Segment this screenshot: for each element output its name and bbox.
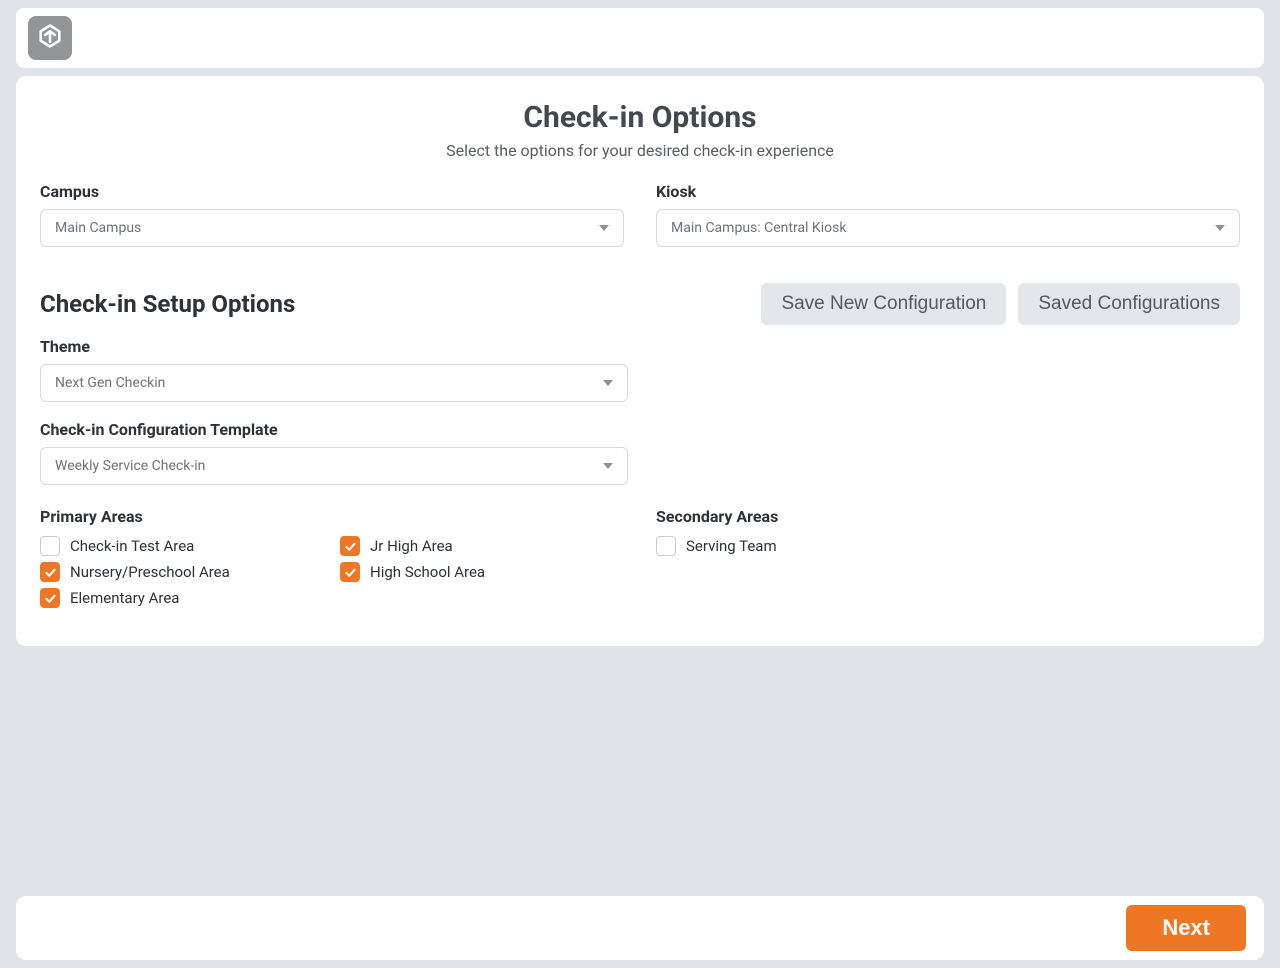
kiosk-select[interactable]: Main Campus: Central Kiosk xyxy=(656,209,1240,247)
campus-kiosk-row: Campus Main Campus Kiosk Main Campus: Ce… xyxy=(40,182,1240,247)
theme-field: Theme Next Gen Checkin xyxy=(40,337,628,402)
area-checkbox-item[interactable]: Serving Team xyxy=(656,536,1240,556)
secondary-areas-col: Secondary Areas Serving Team xyxy=(656,507,1240,614)
area-label: Serving Team xyxy=(686,537,777,555)
area-checkbox-item[interactable]: Nursery/Preschool Area xyxy=(40,562,324,582)
campus-select[interactable]: Main Campus xyxy=(40,209,624,247)
main-card: Check-in Options Select the options for … xyxy=(16,76,1264,646)
campus-label: Campus xyxy=(40,182,624,201)
area-label: Check-in Test Area xyxy=(70,537,194,555)
app-logo xyxy=(28,16,72,60)
rock-rms-logo-icon xyxy=(36,22,64,54)
footer-bar: Next xyxy=(16,896,1264,960)
chevron-down-icon xyxy=(603,463,613,469)
primary-areas-subcol-b: Jr High Area High School Area xyxy=(340,536,624,614)
area-label: Nursery/Preschool Area xyxy=(70,563,230,581)
primary-areas-subcol-a: Check-in Test Area Nursery/Preschool Area… xyxy=(40,536,324,614)
area-checkbox-item[interactable]: Jr High Area xyxy=(340,536,624,556)
campus-field: Campus Main Campus xyxy=(40,182,624,247)
chevron-down-icon xyxy=(1215,225,1225,231)
area-label: Jr High Area xyxy=(370,537,453,555)
template-field: Check-in Configuration Template Weekly S… xyxy=(40,420,628,485)
checkbox-unchecked-icon xyxy=(656,536,676,556)
checkbox-checked-icon xyxy=(340,562,360,582)
primary-areas-grid: Check-in Test Area Nursery/Preschool Area… xyxy=(40,536,624,614)
theme-select[interactable]: Next Gen Checkin xyxy=(40,364,628,402)
areas-row: Primary Areas Check-in Test Area Nursery/… xyxy=(40,507,1240,614)
chevron-down-icon xyxy=(603,380,613,386)
kiosk-label: Kiosk xyxy=(656,182,1240,201)
secondary-areas-heading: Secondary Areas xyxy=(656,507,1240,526)
chevron-down-icon xyxy=(599,225,609,231)
area-checkbox-item[interactable]: Check-in Test Area xyxy=(40,536,324,556)
page-title: Check-in Options xyxy=(40,100,1240,135)
template-value: Weekly Service Check-in xyxy=(55,458,205,474)
page-subtitle: Select the options for your desired chec… xyxy=(40,141,1240,160)
setup-options-heading: Check-in Setup Options xyxy=(40,290,295,318)
secondary-areas-list: Serving Team xyxy=(656,536,1240,556)
area-label: Elementary Area xyxy=(70,589,179,607)
checkbox-checked-icon xyxy=(40,588,60,608)
checkbox-checked-icon xyxy=(40,562,60,582)
top-bar xyxy=(16,8,1264,68)
checkbox-checked-icon xyxy=(340,536,360,556)
area-label: High School Area xyxy=(370,563,485,581)
next-button[interactable]: Next xyxy=(1126,905,1246,951)
primary-areas-col: Primary Areas Check-in Test Area Nursery/… xyxy=(40,507,624,614)
template-label: Check-in Configuration Template xyxy=(40,420,628,439)
template-select[interactable]: Weekly Service Check-in xyxy=(40,447,628,485)
kiosk-field: Kiosk Main Campus: Central Kiosk xyxy=(656,182,1240,247)
saved-configurations-button[interactable]: Saved Configurations xyxy=(1018,283,1240,325)
save-new-configuration-button[interactable]: Save New Configuration xyxy=(761,283,1006,325)
config-buttons: Save New Configuration Saved Configurati… xyxy=(761,283,1240,325)
area-checkbox-item[interactable]: Elementary Area xyxy=(40,588,324,608)
primary-areas-heading: Primary Areas xyxy=(40,507,624,526)
checkbox-unchecked-icon xyxy=(40,536,60,556)
area-checkbox-item[interactable]: High School Area xyxy=(340,562,624,582)
kiosk-value: Main Campus: Central Kiosk xyxy=(671,220,846,236)
campus-value: Main Campus xyxy=(55,220,141,236)
theme-label: Theme xyxy=(40,337,628,356)
theme-value: Next Gen Checkin xyxy=(55,375,165,391)
setup-options-header: Check-in Setup Options Save New Configur… xyxy=(40,283,1240,325)
